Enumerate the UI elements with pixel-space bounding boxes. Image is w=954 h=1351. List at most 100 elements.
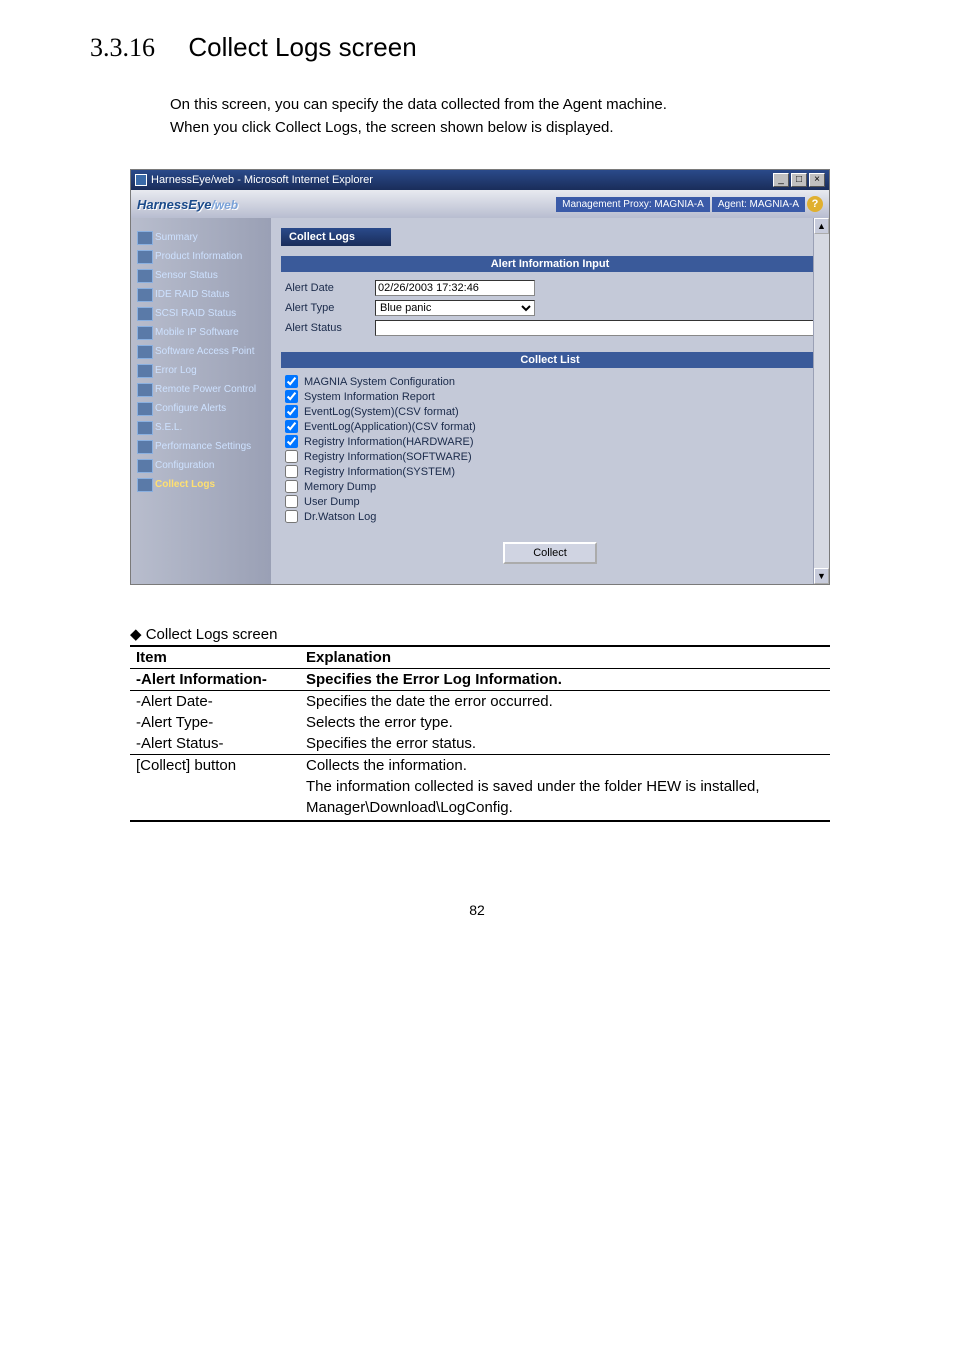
close-button[interactable]: × (809, 173, 825, 187)
table-cell-explanation: Specifies the date the error occurred. (300, 691, 830, 713)
table-cell-item: [Collect] button (130, 755, 300, 777)
brand-sub: /web (211, 198, 238, 212)
caption-text: Collect Logs screen (146, 626, 278, 643)
table-row: -Alert Status-Specifies the error status… (130, 733, 830, 755)
maximize-button[interactable]: □ (791, 173, 807, 187)
collect-list: MAGNIA System ConfigurationSystem Inform… (281, 374, 819, 524)
sidebar-item[interactable]: Product Information (131, 247, 271, 266)
collect-item-checkbox[interactable] (285, 435, 298, 448)
help-icon[interactable]: ? (807, 196, 823, 212)
scroll-up-icon[interactable]: ▲ (814, 218, 829, 234)
collect-item-checkbox[interactable] (285, 405, 298, 418)
collect-button[interactable]: Collect (503, 542, 597, 564)
collect-item-label: EventLog(System)(CSV format) (304, 406, 459, 418)
table-cell-item (130, 776, 300, 797)
sidebar-item[interactable]: S.E.L. (131, 418, 271, 437)
alert-status-label: Alert Status (285, 322, 375, 334)
sidebar-item[interactable]: Performance Settings (131, 437, 271, 456)
scroll-down-icon[interactable]: ▼ (814, 568, 829, 584)
collect-list-row: EventLog(Application)(CSV format) (281, 419, 819, 434)
table-row: The information collected is saved under… (130, 776, 830, 797)
alert-type-label: Alert Type (285, 302, 375, 314)
col-expl-header: Explanation (300, 646, 830, 669)
brand-bar: HarnessEye/web Management Proxy: MAGNIA-… (131, 190, 829, 218)
sidebar-item[interactable]: Software Access Point (131, 342, 271, 361)
sidebar-item[interactable]: IDE RAID Status (131, 285, 271, 304)
sidebar-item[interactable]: Error Log (131, 361, 271, 380)
table-row: -Alert Date-Specifies the date the error… (130, 691, 830, 713)
collect-item-checkbox[interactable] (285, 420, 298, 433)
brand-logo: HarnessEye/web (137, 197, 238, 212)
collect-item-label: Registry Information(HARDWARE) (304, 436, 474, 448)
section-title: Collect Logs screen (188, 32, 416, 62)
table-cell-explanation: The information collected is saved under… (300, 776, 830, 797)
content-area: Collect Logs Alert Information Input Ale… (271, 218, 829, 584)
collect-item-checkbox[interactable] (285, 390, 298, 403)
table-cell-item: -Alert Information- (130, 669, 300, 691)
sidebar-item[interactable]: Summary (131, 228, 271, 247)
table-row: -Alert Type-Selects the error type. (130, 712, 830, 733)
collect-list-row: Registry Information(SYSTEM) (281, 464, 819, 479)
collect-item-checkbox[interactable] (285, 450, 298, 463)
sidebar-item[interactable]: SCSI RAID Status (131, 304, 271, 323)
table-row: -Alert Information-Specifies the Error L… (130, 669, 830, 691)
collect-list-row: User Dump (281, 494, 819, 509)
collect-item-checkbox[interactable] (285, 375, 298, 388)
sidebar-item[interactable]: Collect Logs (131, 475, 271, 494)
scroll-track[interactable] (814, 234, 829, 568)
alert-status-row: Alert Status (281, 318, 819, 338)
alert-date-input[interactable] (375, 280, 535, 296)
brand-main: HarnessEye (137, 197, 211, 212)
collect-list-header: Collect List (281, 352, 819, 368)
intro-text: On this screen, you can specify the data… (170, 94, 864, 139)
collect-item-label: MAGNIA System Configuration (304, 376, 455, 388)
collect-item-label: User Dump (304, 496, 360, 508)
intro-line2: When you click Collect Logs, the screen … (170, 117, 864, 140)
alert-type-select[interactable]: Blue panic (375, 300, 535, 316)
app-window: HarnessEye/web - Microsoft Internet Expl… (130, 169, 830, 585)
sidebar-item[interactable]: Sensor Status (131, 266, 271, 285)
explanation-table: Item Explanation -Alert Information-Spec… (130, 645, 830, 822)
table-caption: ◆ Collect Logs screen (130, 625, 864, 643)
sidebar-item[interactable]: Configuration (131, 456, 271, 475)
alert-type-row: Alert Type Blue panic (281, 298, 819, 318)
collect-list-row: Registry Information(SOFTWARE) (281, 449, 819, 464)
minimize-button[interactable]: _ (773, 173, 789, 187)
caption-bullet: ◆ (130, 626, 146, 643)
table-cell-explanation: Collects the information. (300, 755, 830, 777)
page-number: 82 (90, 902, 864, 918)
collect-list-row: Registry Information(HARDWARE) (281, 434, 819, 449)
collect-item-label: Registry Information(SYSTEM) (304, 466, 455, 478)
table-row: [Collect] buttonCollects the information… (130, 755, 830, 777)
table-cell-explanation: Selects the error type. (300, 712, 830, 733)
collect-list-row: System Information Report (281, 389, 819, 404)
sidebar-item[interactable]: Configure Alerts (131, 399, 271, 418)
collect-item-label: Registry Information(SOFTWARE) (304, 451, 472, 463)
panel-title: Collect Logs (281, 228, 391, 246)
col-item-header: Item (130, 646, 300, 669)
table-cell-item: -Alert Status- (130, 733, 300, 755)
collect-item-checkbox[interactable] (285, 495, 298, 508)
scrollbar[interactable]: ▲ ▼ (813, 218, 829, 584)
collect-item-label: EventLog(Application)(CSV format) (304, 421, 476, 433)
table-cell-item: -Alert Type- (130, 712, 300, 733)
app-icon (135, 174, 147, 186)
collect-item-checkbox[interactable] (285, 480, 298, 493)
agent-badge: Agent: MAGNIA-A (712, 197, 805, 212)
collect-item-checkbox[interactable] (285, 465, 298, 478)
sidebar-item[interactable]: Mobile IP Software (131, 323, 271, 342)
intro-line1: On this screen, you can specify the data… (170, 94, 864, 117)
window-titlebar: HarnessEye/web - Microsoft Internet Expl… (131, 170, 829, 190)
table-cell-explanation: Manager\Download\LogConfig. (300, 797, 830, 821)
sidebar-item[interactable]: Remote Power Control (131, 380, 271, 399)
collect-list-row: Memory Dump (281, 479, 819, 494)
proxy-badge: Management Proxy: MAGNIA-A (556, 197, 710, 212)
sidebar: SummaryProduct InformationSensor StatusI… (131, 218, 271, 584)
table-cell-item: -Alert Date- (130, 691, 300, 713)
collect-item-label: Dr.Watson Log (304, 511, 376, 523)
table-row: Manager\Download\LogConfig. (130, 797, 830, 821)
alert-status-input[interactable] (375, 320, 815, 336)
collect-item-checkbox[interactable] (285, 510, 298, 523)
alert-date-row: Alert Date (281, 278, 819, 298)
table-cell-explanation: Specifies the Error Log Information. (300, 669, 830, 691)
